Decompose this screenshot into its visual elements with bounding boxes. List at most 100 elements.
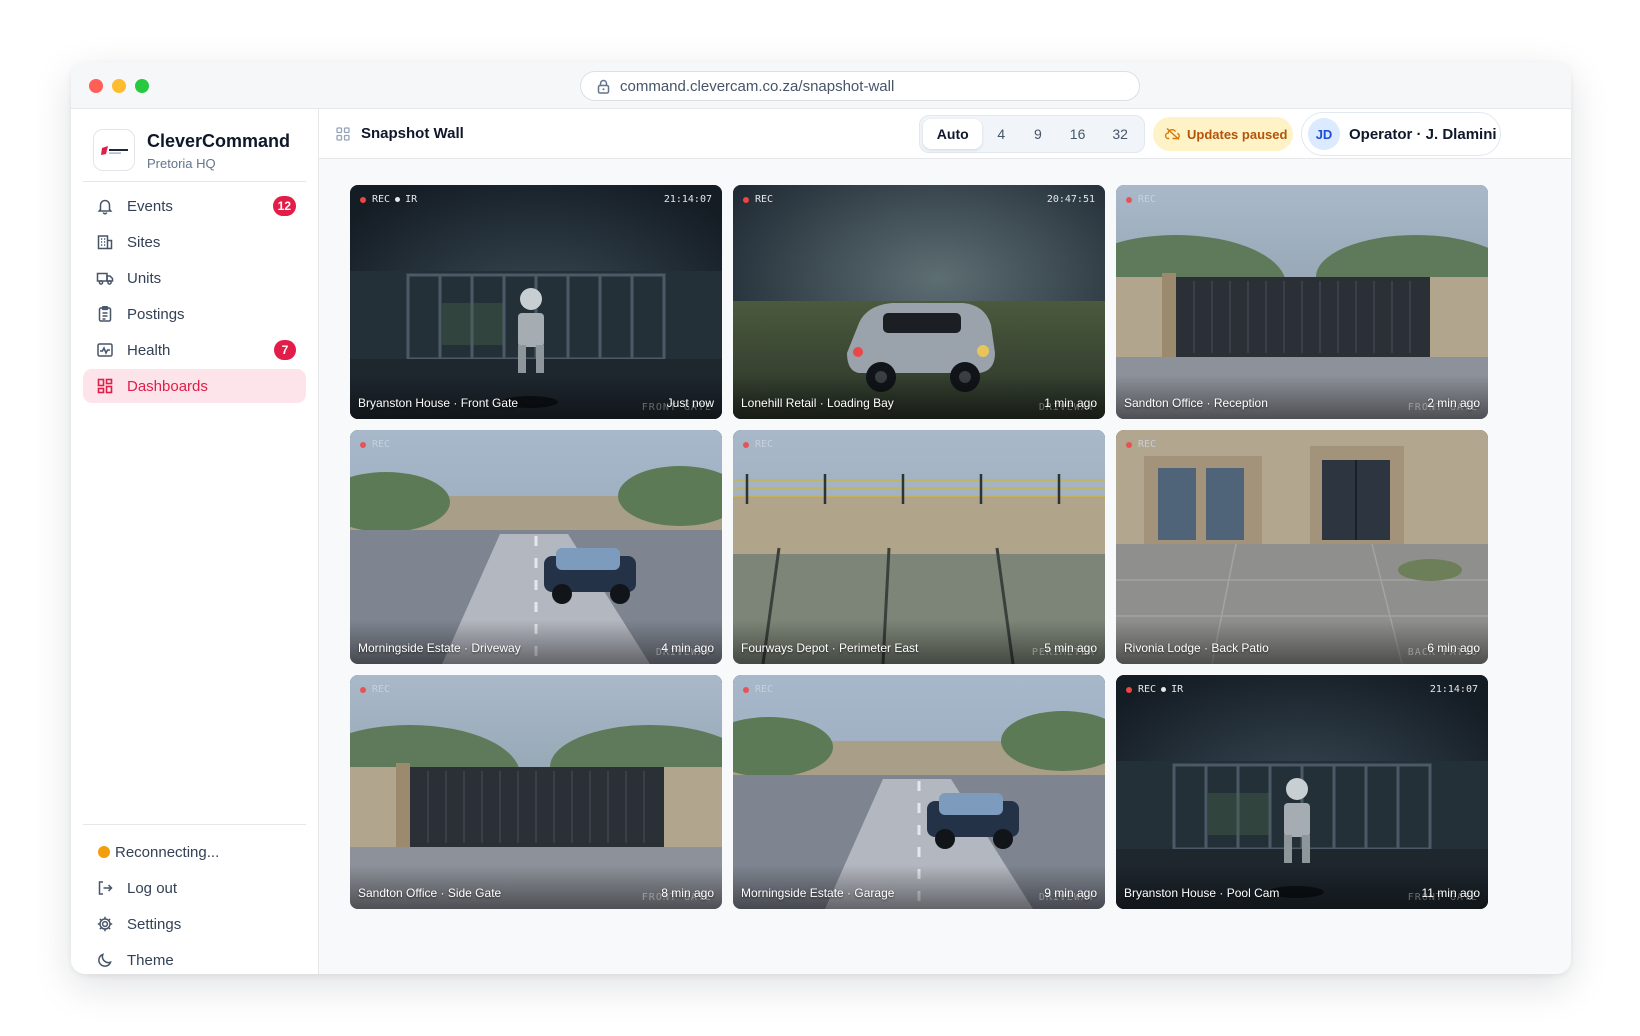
sidebar-item-label: Sites: [127, 233, 161, 251]
rec-label: REC: [755, 684, 774, 695]
camera-caption: FRONT GATE Bryanston House · Pool Cam 11…: [1116, 865, 1488, 909]
connection-status: Reconnecting...: [83, 835, 306, 869]
camera-caption: PERIMETER Fourways Depot · Perimeter Eas…: [733, 620, 1105, 664]
lock-icon: [597, 79, 610, 94]
camera-name: Fourways Depot · Perimeter East: [741, 641, 919, 655]
brand-logo: [93, 129, 135, 171]
rec-indicator: REC: [743, 194, 773, 205]
logout-icon: [95, 878, 115, 898]
camera-name: Bryanston House · Front Gate: [358, 396, 519, 410]
layout-option-9[interactable]: 9: [1020, 119, 1056, 149]
sidebar-item-events[interactable]: Events 12: [83, 189, 306, 223]
rec-dot: [743, 196, 749, 203]
window-close-button[interactable]: [89, 79, 103, 93]
brand-header[interactable]: CleverCommand Pretoria HQ: [93, 129, 306, 179]
sidebar-item-postings[interactable]: Postings: [83, 297, 306, 331]
settings-button[interactable]: Settings: [83, 907, 306, 941]
cloud-off-icon: [1165, 127, 1180, 141]
camera-name: Rivonia Lodge · Back Patio: [1124, 641, 1269, 655]
rec-label: REC: [755, 439, 774, 450]
window-minimize-button[interactable]: [112, 79, 126, 93]
camera-name: Morningside Estate · Driveway: [358, 641, 521, 655]
clipboard-icon: [95, 304, 115, 324]
truck-icon: [95, 268, 115, 288]
browser-titlebar: command.clevercam.co.za/snapshot-wall: [71, 62, 1571, 109]
layout-option-32[interactable]: 32: [1099, 119, 1141, 149]
sidebar-item-label: Postings: [127, 305, 185, 323]
camera-tile[interactable]: REC 20:47:51 DRIVEWAY Lonehill Retail · …: [733, 185, 1105, 419]
sidebar-item-label: Units: [127, 269, 162, 287]
rec-label: REC: [1138, 684, 1157, 695]
camera-name: Bryanston House · Pool Cam: [1124, 886, 1280, 900]
camera-tile[interactable]: REC FRONT GATE Sandton Office · Receptio…: [1116, 185, 1488, 419]
logout-button[interactable]: Log out: [83, 871, 306, 905]
camera-tile[interactable]: REC IR 21:14:07 FRONT GATE Bryanston Hou…: [1116, 675, 1488, 909]
sidebar-item-dashboards[interactable]: Dashboards: [83, 369, 306, 403]
rec-label: REC: [1138, 194, 1157, 205]
bell-icon: [95, 196, 115, 216]
snapshot-age: 4 min ago: [661, 641, 714, 655]
camera-caption: DRIVEWAY Morningside Estate · Driveway 4…: [350, 620, 722, 664]
page-title: Snapshot Wall: [361, 125, 464, 142]
rec-indicator: REC IR: [1126, 684, 1183, 695]
camera-name: Sandton Office · Side Gate: [358, 886, 502, 900]
camera-tile[interactable]: REC PERIMETER Fourways Depot · Perimeter…: [733, 430, 1105, 664]
ir-dot: [395, 197, 401, 202]
theme-button[interactable]: Theme: [83, 943, 306, 974]
ir-dot: [1161, 687, 1167, 692]
camera-timestamp: 20:47:51: [1046, 194, 1095, 205]
camera-caption: BACK PATIO Rivonia Lodge · Back Patio 6 …: [1116, 620, 1488, 664]
sidebar-footer: Reconnecting... Log out Settings Theme: [83, 835, 306, 974]
sidebar-item-label: Events: [127, 197, 173, 215]
sidebar-item-sites[interactable]: Sites: [83, 225, 306, 259]
camera-tile[interactable]: REC DRIVEWAY Morningside Estate · Garage…: [733, 675, 1105, 909]
updates-paused-label: Updates paused: [1187, 126, 1288, 142]
camera-name: Lonehill Retail · Loading Bay: [741, 396, 894, 410]
url-text: command.clevercam.co.za/snapshot-wall: [620, 77, 895, 95]
snapshot-age: Just now: [666, 396, 714, 410]
sidebar-item-label: Health: [127, 341, 171, 359]
snapshot-grid: REC IR 21:14:07 FRONT GATE Bryanston Hou…: [350, 185, 1488, 909]
window-maximize-button[interactable]: [135, 79, 149, 93]
operator-name: Operator · J. Dlamini: [1349, 125, 1497, 143]
pulse-icon: [95, 340, 115, 360]
ir-label: IR: [1171, 684, 1184, 695]
camera-tile[interactable]: REC FRONT GATE Sandton Office · Side Gat…: [350, 675, 722, 909]
operator-menu[interactable]: JD Operator · J. Dlamini: [1301, 112, 1501, 156]
camera-timestamp: 21:14:07: [1429, 684, 1478, 695]
sidebar-footer-divider: [83, 824, 306, 825]
snapshot-age: 6 min ago: [1427, 641, 1480, 655]
camera-caption: FRONT GATE Bryanston House · Front Gate …: [350, 375, 722, 419]
sidebar: CleverCommand Pretoria HQ Events 12 Site…: [71, 109, 319, 974]
rec-label: REC: [372, 194, 391, 205]
camera-tile[interactable]: REC BACK PATIO Rivonia Lodge · Back Pati…: [1116, 430, 1488, 664]
rec-dot: [743, 441, 749, 448]
rec-label: REC: [1138, 439, 1157, 450]
rec-label: REC: [372, 439, 391, 450]
rec-indicator: REC IR: [360, 194, 417, 205]
camera-tile[interactable]: REC IR 21:14:07 FRONT GATE Bryanston Hou…: [350, 185, 722, 419]
layout-option-16[interactable]: 16: [1056, 119, 1100, 149]
camera-tile[interactable]: REC DRIVEWAY Morningside Estate · Drivew…: [350, 430, 722, 664]
ir-label: IR: [405, 194, 418, 205]
events-count-badge: 12: [272, 196, 296, 216]
sidebar-nav: Events 12 Sites Units Postings Health 7: [83, 189, 306, 405]
settings-label: Settings: [127, 915, 182, 933]
address-bar[interactable]: command.clevercam.co.za/snapshot-wall: [580, 71, 1140, 101]
snapshot-age: 2 min ago: [1427, 396, 1480, 410]
snapshot-age: 9 min ago: [1044, 886, 1097, 900]
sidebar-item-health[interactable]: Health 7: [83, 333, 306, 367]
rec-indicator: REC: [743, 439, 773, 450]
rec-dot: [360, 441, 366, 448]
layout-option-auto[interactable]: Auto: [923, 119, 983, 149]
updates-paused-badge[interactable]: Updates paused: [1153, 117, 1293, 151]
brand-name: CleverCommand: [147, 131, 291, 151]
sidebar-item-units[interactable]: Units: [83, 261, 306, 295]
layout-option-4[interactable]: 4: [982, 119, 1020, 149]
logout-label: Log out: [127, 879, 178, 897]
rec-dot: [1126, 686, 1132, 693]
rec-dot: [360, 196, 366, 203]
snapshot-age: 8 min ago: [661, 886, 714, 900]
rec-indicator: REC: [1126, 439, 1156, 450]
snapshot-age: 11 min ago: [1421, 886, 1480, 900]
